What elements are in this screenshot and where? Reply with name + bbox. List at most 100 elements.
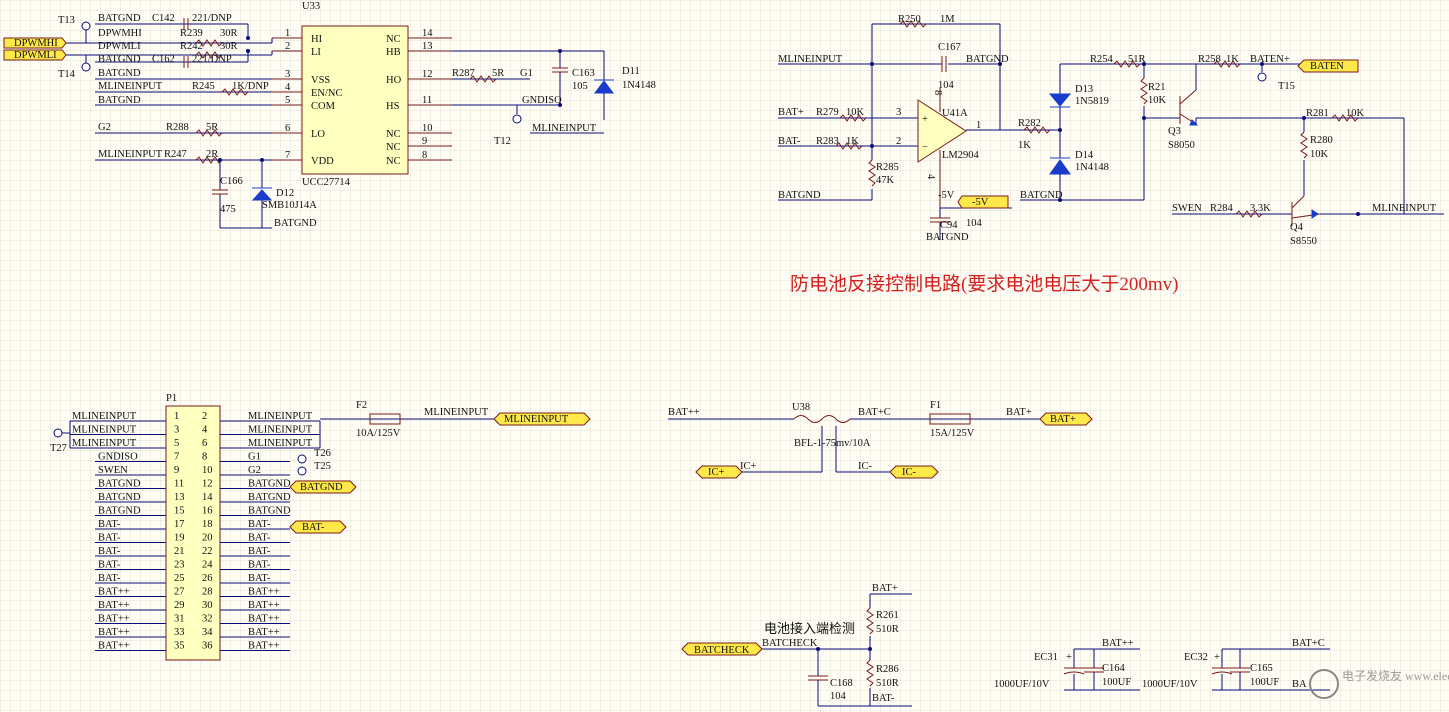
testpoint-t26[interactable] bbox=[297, 454, 307, 464]
p1-net-right: BAT- bbox=[248, 560, 271, 571]
r280-symbol[interactable] bbox=[1300, 131, 1308, 159]
q3-value: S8050 bbox=[1168, 140, 1195, 151]
ec31-value: 1000UF/10V bbox=[994, 679, 1050, 690]
r258-ref: R258 bbox=[1198, 54, 1221, 65]
d11-symbol[interactable] bbox=[594, 80, 614, 94]
p1-net-right: BAT- bbox=[248, 533, 271, 544]
t27-label: T27 bbox=[50, 443, 67, 454]
p1-pin-num-left: 17 bbox=[174, 519, 185, 530]
testpoint-t15[interactable] bbox=[1257, 72, 1267, 82]
t14-label: T14 bbox=[58, 69, 76, 80]
r286-symbol[interactable] bbox=[866, 659, 874, 687]
p1-net-right: BAT- bbox=[248, 546, 271, 557]
q4-ref: Q4 bbox=[1290, 222, 1304, 233]
r258-value: 1K bbox=[1226, 54, 1239, 65]
testpoint-t12[interactable] bbox=[512, 114, 522, 124]
p1-net-left: BAT++ bbox=[98, 627, 130, 638]
c142-ref: C142 bbox=[152, 13, 175, 24]
ec32-plus: + bbox=[1214, 652, 1220, 663]
u33-pin-hs: HS bbox=[386, 101, 400, 112]
t26-label: T26 bbox=[314, 448, 331, 459]
r283-value: 1K bbox=[846, 136, 859, 147]
c94-value: 104 bbox=[966, 218, 983, 229]
p1-pin-num-right: 20 bbox=[202, 533, 213, 544]
net-batc-caps: BAT+C bbox=[1292, 638, 1325, 649]
net-ba-partial: BA bbox=[1292, 679, 1307, 690]
d13-value: 1N5819 bbox=[1075, 96, 1109, 107]
p1-pin-num-right: 2 bbox=[202, 411, 207, 422]
port-dpwmli-label: DPWMLI bbox=[14, 50, 57, 61]
port-neg5-label: -5V bbox=[972, 197, 989, 208]
p1-net-right: MLINEINPUT bbox=[248, 425, 313, 436]
c162-ref: C162 bbox=[152, 54, 175, 65]
u33-pinnum-3: 3 bbox=[285, 69, 290, 80]
u33-pin-hb: HB bbox=[386, 47, 401, 58]
r285-symbol[interactable] bbox=[868, 159, 876, 187]
u41-pin3: 3 bbox=[896, 107, 901, 118]
r285-ref: R285 bbox=[876, 162, 899, 173]
d14-symbol[interactable] bbox=[1049, 159, 1071, 175]
p1-net-left: BAT- bbox=[98, 560, 121, 571]
port-baten-label: BATEN bbox=[1310, 61, 1344, 72]
u33-pinnum-14: 14 bbox=[422, 28, 433, 39]
p1-net-left: GNDISO bbox=[98, 452, 138, 463]
p1-pin-num-left: 15 bbox=[174, 506, 185, 517]
u41-pin4: 4 bbox=[925, 174, 936, 180]
r261-symbol[interactable] bbox=[866, 607, 874, 635]
r287-value: 5R bbox=[492, 68, 504, 79]
testpoint-t25[interactable] bbox=[297, 466, 307, 476]
net-batgnd-1: BATGND bbox=[98, 13, 141, 24]
u33-pinnum-6: 6 bbox=[285, 123, 290, 134]
port-ic-minus-label: IC- bbox=[902, 467, 917, 478]
p1-pin-num-left: 19 bbox=[174, 533, 185, 544]
p1-pin-num-right: 12 bbox=[202, 479, 213, 490]
r280-ref: R280 bbox=[1310, 135, 1333, 146]
r288-ref: R288 bbox=[166, 122, 189, 133]
u33-pin-en: EN/NC bbox=[311, 88, 343, 99]
testpoint-t14[interactable] bbox=[81, 62, 91, 72]
p1-net-left: BAT++ bbox=[98, 614, 130, 625]
p1-net-left: BAT++ bbox=[98, 641, 130, 652]
net-batgnd-2b: BATGND bbox=[98, 68, 141, 79]
r279-ref: R279 bbox=[816, 107, 839, 118]
u33-pinnum-11: 11 bbox=[422, 95, 432, 106]
d11-value: 1N4148 bbox=[622, 80, 656, 91]
p1-net-right: BAT++ bbox=[248, 641, 280, 652]
batcheck-label: 电池接入端检测 bbox=[764, 621, 855, 636]
port-bat-plus-label: BAT+ bbox=[1050, 414, 1076, 425]
u33-pin-vdd: VDD bbox=[311, 156, 334, 167]
d13-symbol[interactable] bbox=[1048, 93, 1072, 107]
r242-value: 30R bbox=[220, 41, 238, 52]
r261-value: 510R bbox=[876, 624, 899, 635]
r279-value: 10K bbox=[846, 107, 865, 118]
c162-value: 221/DNP bbox=[192, 54, 232, 65]
net-batpp-u38: BAT++ bbox=[668, 407, 700, 418]
c167-ref: C167 bbox=[938, 42, 961, 53]
u33-pinnum-7: 7 bbox=[285, 150, 290, 161]
testpoint-t27[interactable] bbox=[53, 428, 63, 438]
p1-net-right: BAT++ bbox=[248, 600, 280, 611]
testpoint-t13[interactable] bbox=[81, 21, 91, 31]
u33-pin-li: LI bbox=[311, 47, 321, 58]
net-gndiso: GNDISO bbox=[522, 95, 562, 106]
p1-pin-num-left: 7 bbox=[174, 452, 179, 463]
p1-pin-num-left: 13 bbox=[174, 492, 185, 503]
q3-ref: Q3 bbox=[1168, 126, 1181, 137]
c168-ref: C168 bbox=[830, 678, 853, 689]
d12-symbol[interactable] bbox=[251, 189, 273, 201]
p1-net-right: BAT- bbox=[248, 519, 271, 530]
r284-ref: R284 bbox=[1210, 203, 1234, 214]
r21-symbol[interactable] bbox=[1140, 77, 1148, 105]
net-batgnd-d14: BATGND bbox=[1020, 190, 1063, 201]
p1-pin-num-right: 4 bbox=[202, 425, 208, 436]
u33-pinnum-9: 9 bbox=[422, 136, 427, 147]
u33-pin-nc10: NC bbox=[386, 129, 401, 140]
f1-value: 15A/125V bbox=[930, 428, 975, 439]
r254-ref: R254 bbox=[1090, 54, 1114, 65]
net-mlineinput-f2: MLINEINPUT bbox=[424, 407, 489, 418]
p1-net-left: BAT- bbox=[98, 533, 121, 544]
net-mlineinput-q4: MLINEINPUT bbox=[1372, 203, 1437, 214]
ec32-value: 1000UF/10V bbox=[1142, 679, 1198, 690]
r21-ref: R21 bbox=[1148, 82, 1166, 93]
u33-pinnum-2: 2 bbox=[285, 41, 290, 52]
